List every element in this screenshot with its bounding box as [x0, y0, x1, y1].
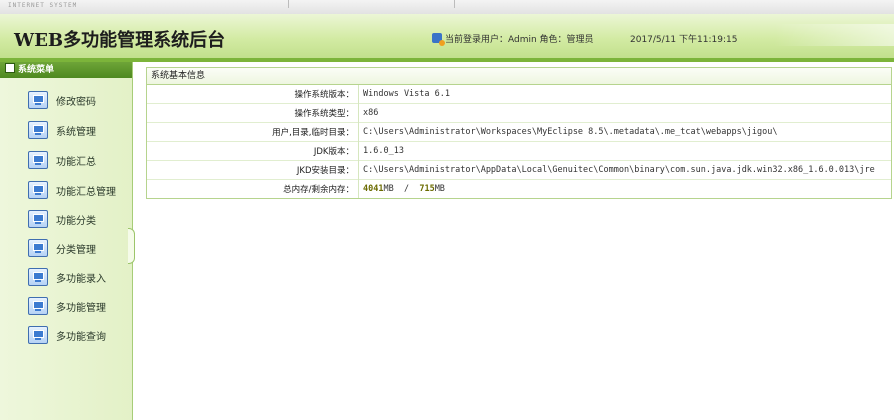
app-window-icon: [28, 210, 48, 228]
row-value: C:\Users\Administrator\AppData\Local\Gen…: [358, 160, 891, 180]
free-memory: 715: [419, 184, 435, 194]
current-user-text: 当前登录用户：Admin 角色：管理员: [445, 35, 594, 45]
divider: [288, 0, 289, 8]
row-label: 操作系统类型：: [147, 103, 359, 123]
row-label: JDK版本：: [147, 141, 359, 161]
sidebar-item-multi-query[interactable]: 多功能查询: [28, 325, 106, 345]
panel-title: 系统基本信息: [147, 68, 891, 85]
sidebar-item-label: 功能汇总管理: [56, 186, 116, 198]
current-user-info: 当前登录用户：Admin 角色：管理员: [432, 32, 594, 46]
app-window-icon: [28, 268, 48, 286]
sidebar-item-system-management[interactable]: 系统管理: [28, 120, 96, 140]
divider: [454, 0, 455, 8]
app-window-icon: [28, 151, 48, 169]
table-row: 操作系统类型： x86: [147, 103, 891, 123]
row-label: JKD安装目录：: [147, 160, 359, 180]
row-label: 操作系统版本：: [147, 85, 359, 104]
user-icon: [432, 33, 445, 46]
table-row: 操作系统版本： Windows Vista 6.1: [147, 85, 891, 104]
sidebar-item-change-password[interactable]: 修改密码: [28, 90, 96, 110]
sidebar-item-label: 功能汇总: [56, 156, 96, 168]
sidebar-item-multi-management[interactable]: 多功能管理: [28, 296, 106, 316]
sidebar-item-feature-summary-management[interactable]: 功能汇总管理: [28, 180, 116, 200]
app-window-icon: [28, 297, 48, 315]
sidebar-item-feature-summary[interactable]: 功能汇总: [28, 150, 96, 170]
sidebar-item-label: 分类管理: [56, 244, 96, 256]
menu-icon: [5, 63, 15, 73]
top-strip: INTERNET SYSTEM: [0, 0, 894, 15]
sidebar-item-feature-category[interactable]: 功能分类: [28, 209, 96, 229]
total-memory: 4041: [363, 184, 384, 194]
sidebar-title: 系统菜单: [18, 65, 55, 75]
app-title: WEB多功能管理系统后台: [14, 30, 226, 51]
system-info-table: 操作系统版本： Windows Vista 6.1 操作系统类型： x86 用户…: [147, 85, 891, 198]
sidebar-item-label: 修改密码: [56, 96, 96, 108]
sidebar-item-multi-entry[interactable]: 多功能录入: [28, 267, 106, 287]
memory-value: 4041MB / 715MB: [358, 179, 891, 198]
table-row: JKD安装目录： C:\Users\Administrator\AppData\…: [147, 160, 891, 180]
table-row: 用户,目录,临时目录： C:\Users\Administrator\Works…: [147, 122, 891, 142]
system-info-panel: 系统基本信息 操作系统版本： Windows Vista 6.1 操作系统类型：…: [146, 67, 892, 199]
table-row: JDK版本： 1.6.0_13: [147, 141, 891, 161]
row-value: C:\Users\Administrator\Workspaces\MyEcli…: [358, 122, 891, 142]
row-label: 用户,目录,临时目录：: [147, 122, 359, 142]
sidebar-header: 系统菜单: [0, 62, 132, 78]
sidebar-item-label: 多功能录入: [56, 273, 106, 285]
sidebar-item-label: 多功能查询: [56, 331, 106, 343]
top-tag: INTERNET SYSTEM: [8, 2, 78, 9]
sidebar-item-label: 多功能管理: [56, 302, 106, 314]
free-memory-unit: MB: [434, 184, 445, 194]
table-row: 总内存/剩余内存： 4041MB / 715MB: [147, 179, 891, 198]
row-value: Windows Vista 6.1: [363, 89, 450, 99]
header-banner: WEB多功能管理系统后台 当前登录用户：Admin 角色：管理员 2017/5/…: [0, 14, 894, 62]
header-gloss: [774, 24, 894, 46]
sidebar-item-category-management[interactable]: 分类管理: [28, 238, 96, 258]
app-window-icon: [28, 239, 48, 257]
total-memory-unit: MB: [383, 184, 394, 194]
row-value: x86: [358, 103, 891, 123]
sidebar-item-label: 功能分类: [56, 215, 96, 227]
row-value: 1.6.0_13: [358, 141, 891, 161]
app-window-icon: [28, 91, 48, 109]
current-datetime: 2017/5/11 下午11:19:15: [630, 35, 738, 45]
app-window-icon: [28, 326, 48, 344]
row-label: 总内存/剩余内存：: [147, 179, 359, 198]
sidebar: 系统菜单 修改密码 系统管理 功能汇总 功能汇总管理 功能分类 分类管理 多功能…: [0, 62, 133, 420]
memory-separator: /: [393, 184, 420, 194]
app-window-icon: [28, 121, 48, 139]
sidebar-toggle-handle[interactable]: [128, 228, 135, 264]
sidebar-item-label: 系统管理: [56, 126, 96, 138]
app-window-icon: [28, 181, 48, 199]
